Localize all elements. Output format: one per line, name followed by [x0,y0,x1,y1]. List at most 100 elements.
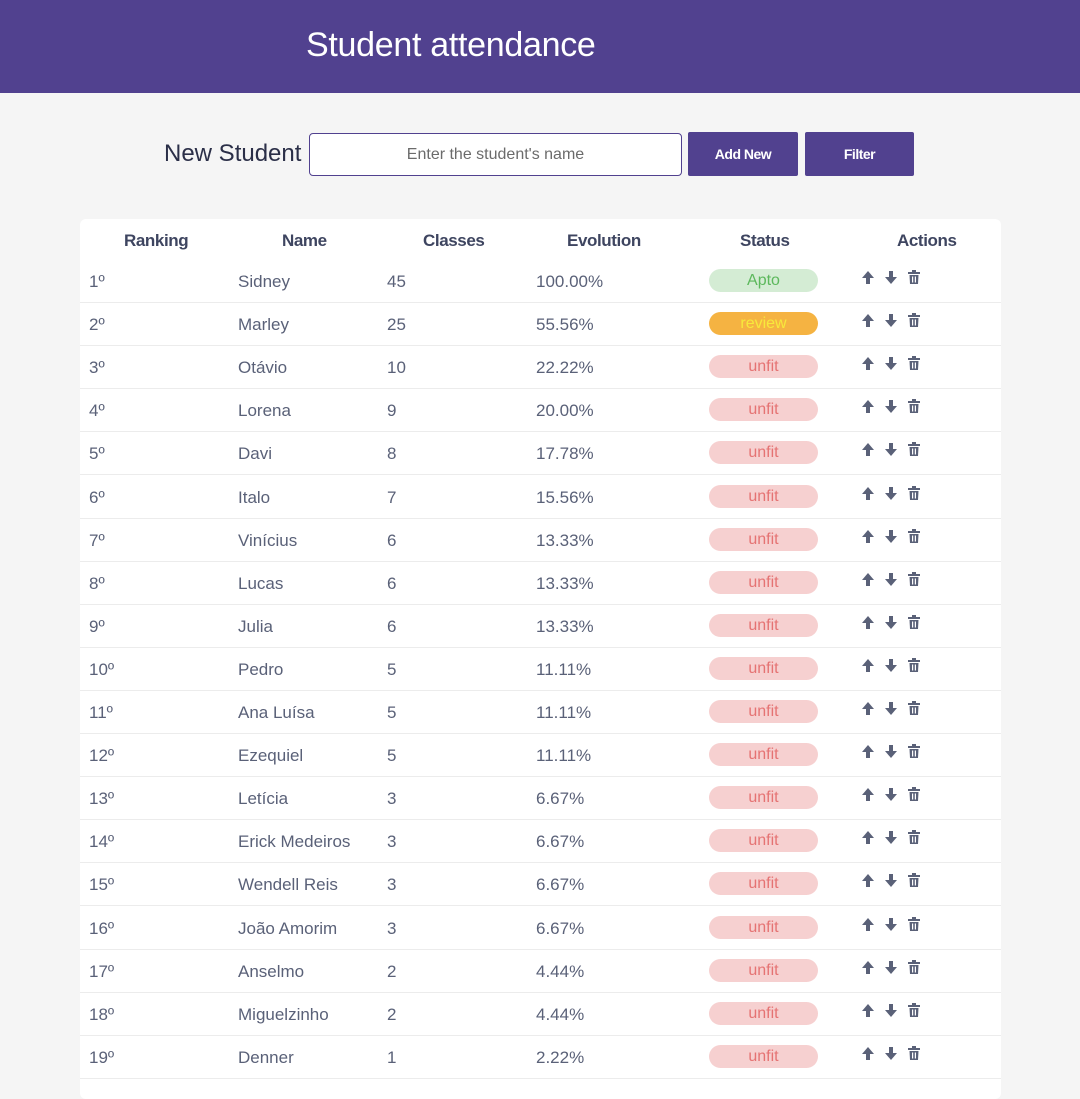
trash-icon[interactable] [908,485,920,500]
classes-cell: 5 [387,659,397,679]
arrow-down-icon[interactable] [885,788,897,802]
classes-cell: 2 [387,1004,397,1024]
trash-icon[interactable] [908,399,920,414]
status-badge: unfit [709,915,818,939]
status-badge: unfit [709,355,818,379]
name-cell: Marley [238,315,290,335]
row-actions [862,1045,928,1065]
trash-icon[interactable] [908,270,920,284]
arrow-up-icon[interactable] [862,788,874,802]
arrow-up-icon[interactable] [862,658,874,672]
arrow-up-icon[interactable] [862,486,874,500]
status-badge: unfit [709,1044,818,1068]
arrow-down-icon[interactable] [885,831,897,845]
row-actions [862,1002,928,1022]
arrow-up-icon[interactable] [862,1046,874,1060]
trash-icon[interactable] [908,528,920,543]
trash-icon[interactable] [908,313,920,328]
arrow-down-icon[interactable] [885,271,897,284]
table-row: 5º Davi 8 17.78% unfit [80,432,1001,476]
page-title: Student attendance [306,26,596,64]
classes-cell: 3 [387,789,397,809]
trash-icon[interactable] [908,873,920,888]
trash-icon[interactable] [908,787,920,802]
trash-icon[interactable] [908,657,920,672]
name-cell: Pedro [238,659,284,679]
arrow-up-icon[interactable] [862,443,874,457]
trash-icon[interactable] [908,571,920,586]
row-actions [862,873,928,892]
arrow-down-icon[interactable] [885,1003,897,1017]
evolution-cell: 4.44% [536,961,585,981]
name-cell: Erick Medeiros [238,832,351,852]
trash-icon[interactable] [908,442,920,457]
table-row: 18º Miguelzinho 2 4.44% unfit [80,993,1001,1036]
arrow-up-icon[interactable] [862,357,874,371]
rank-cell: 12º [89,746,115,766]
arrow-down-icon[interactable] [885,529,897,543]
row-actions [862,787,928,806]
row-actions [862,313,928,332]
row-actions [862,571,928,591]
trash-icon[interactable] [908,1045,920,1060]
trash-icon[interactable] [908,830,920,845]
arrow-down-icon[interactable] [885,572,897,586]
add-new-button[interactable]: Add New [688,132,798,176]
arrow-up-icon[interactable] [862,1003,874,1017]
table-row: 2º Marley 25 55.56% review [80,303,1001,347]
arrow-up-icon[interactable] [862,572,874,586]
arrow-down-icon[interactable] [885,702,897,715]
arrow-down-icon[interactable] [885,745,897,759]
arrow-up-icon[interactable] [862,831,874,845]
row-actions [862,614,928,634]
arrow-up-icon[interactable] [862,400,874,414]
arrow-down-icon[interactable] [885,486,897,500]
classes-cell: 8 [387,444,397,464]
trash-icon[interactable] [908,701,920,715]
arrow-down-icon[interactable] [885,1046,897,1060]
trash-icon[interactable] [908,614,920,629]
arrow-up-icon[interactable] [862,745,874,759]
row-actions [862,830,928,849]
arrow-down-icon[interactable] [885,314,897,328]
table-header: Ranking Name Classes Evolution Status Ac… [80,219,1001,261]
row-actions [862,442,928,461]
rank-cell: 4º [89,401,105,421]
arrow-up-icon[interactable] [862,702,874,715]
arrow-down-icon[interactable] [885,874,897,888]
arrow-up-icon[interactable] [862,314,874,328]
arrow-down-icon[interactable] [885,917,897,931]
status-badge: unfit [709,441,818,465]
trash-icon[interactable] [908,356,920,371]
evolution-cell: 6.67% [536,875,585,895]
trash-icon[interactable] [908,959,920,974]
arrow-down-icon[interactable] [885,357,897,371]
classes-cell: 10 [387,358,406,378]
trash-icon[interactable] [908,1002,920,1017]
arrow-up-icon[interactable] [862,874,874,888]
arrow-down-icon[interactable] [885,960,897,974]
arrow-up-icon[interactable] [862,917,874,931]
status-badge: unfit [709,398,818,422]
rank-cell: 14º [89,832,115,852]
rank-cell: 19º [89,1047,115,1067]
name-cell: Miguelzinho [238,1004,329,1024]
trash-icon[interactable] [908,916,920,931]
arrow-up-icon[interactable] [862,271,874,284]
arrow-up-icon[interactable] [862,960,874,974]
arrow-down-icon[interactable] [885,615,897,629]
filter-button[interactable]: Filter [805,132,914,176]
classes-cell: 45 [387,272,406,291]
arrow-down-icon[interactable] [885,400,897,414]
arrow-down-icon[interactable] [885,658,897,672]
table-row: 7º Vinícius 6 13.33% unfit [80,519,1001,562]
arrow-up-icon[interactable] [862,615,874,629]
classes-cell: 5 [387,703,397,722]
arrow-up-icon[interactable] [862,529,874,543]
evolution-cell: 55.56% [536,315,594,335]
rank-cell: 8º [89,573,105,593]
arrow-down-icon[interactable] [885,443,897,457]
student-name-input[interactable] [309,133,682,176]
trash-icon[interactable] [908,744,920,759]
status-badge: unfit [709,829,818,853]
